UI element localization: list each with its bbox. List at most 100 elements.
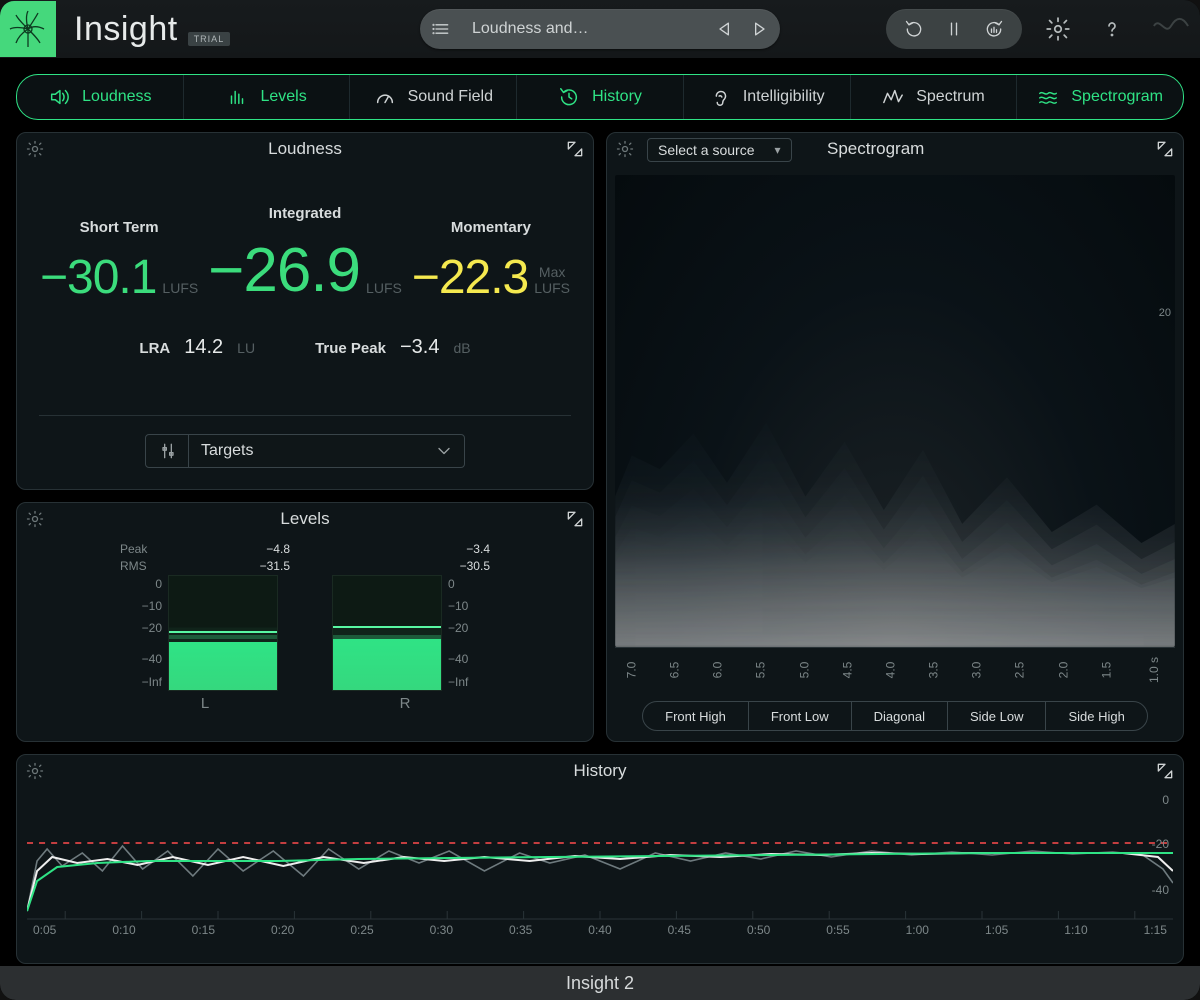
loudness-settings-button[interactable]	[25, 139, 45, 159]
panel-title: History	[574, 761, 627, 781]
chevron-down-icon: ▾	[775, 143, 781, 157]
panel-title: Loudness	[268, 139, 342, 159]
source-select[interactable]: Select a source ▾	[647, 138, 792, 162]
loudness-expand-button[interactable]	[565, 139, 585, 159]
loudness-readouts: Short Term −30.1 LUFS Integrated −26.9 L…	[17, 165, 593, 302]
help-button[interactable]	[1094, 11, 1130, 47]
channel-label: R	[400, 695, 411, 712]
view-button-diagonal[interactable]: Diagonal	[852, 702, 948, 730]
view-button-side-low[interactable]: Side Low	[948, 702, 1046, 730]
next-icon	[749, 19, 769, 39]
readout-value: −30.1	[40, 254, 156, 302]
bars-icon	[226, 86, 248, 108]
panel-title: Spectrogram	[827, 139, 924, 159]
freq-label: 20	[1159, 307, 1171, 319]
help-icon	[1100, 17, 1124, 41]
loop-button[interactable]	[896, 13, 932, 45]
tab-label: Loudness	[82, 88, 151, 106]
expand-icon	[565, 509, 585, 529]
gear-icon	[25, 509, 45, 529]
gear-icon	[615, 139, 635, 159]
pause-button[interactable]	[936, 13, 972, 45]
readout-true-peak: True Peak −3.4 dB	[315, 336, 471, 359]
gear-icon	[25, 139, 45, 159]
tab-label: Levels	[260, 88, 306, 106]
preset-prev-button[interactable]	[708, 13, 742, 45]
settings-button[interactable]	[1040, 11, 1076, 47]
loudness-panel: Loudness Short Term −30.1 LUFS Integrate…	[16, 132, 594, 490]
reset-stats-icon	[984, 19, 1004, 39]
targets-select[interactable]: Targets	[145, 434, 465, 468]
readout-integrated: Integrated −26.9 LUFS	[208, 205, 402, 302]
view-button-front-low[interactable]: Front Low	[749, 702, 852, 730]
preset-bar: Loudness and…	[420, 9, 780, 49]
faders-icon	[158, 435, 189, 467]
levels-body: Peak−4.8 RMS−31.5 0 −10 −20 −40 −Inf	[17, 535, 593, 741]
tab-intelligibility[interactable]: Intelligibility	[684, 75, 851, 119]
preset-name[interactable]: Loudness and…	[458, 20, 708, 38]
spectrogram-view-buttons: Front High Front Low Diagonal Side Low S…	[642, 701, 1148, 731]
app-title-text: Insight	[74, 10, 178, 49]
spectrogram-time-axis: 7.0 6.5 6.0 5.5 5.0 4.5 4.0 3.5 3.0 2.5 …	[615, 647, 1175, 691]
readout-unit: LUFS	[366, 281, 402, 296]
gear-icon	[1045, 16, 1071, 42]
panel-title: Levels	[280, 509, 329, 529]
menu-icon	[431, 19, 451, 39]
tab-label: Intelligibility	[743, 88, 825, 106]
spectrogram-panel: Select a source ▾ Spectrogram 20	[606, 132, 1184, 742]
levels-expand-button[interactable]	[565, 509, 585, 529]
spectrogram-expand-button[interactable]	[1155, 139, 1175, 159]
tab-levels[interactable]: Levels	[184, 75, 351, 119]
transport-pill	[886, 9, 1022, 49]
readout-momentary: Momentary −22.3 Max LUFS	[412, 219, 570, 302]
tab-history[interactable]: History	[517, 75, 684, 119]
footer-title: Insight 2	[566, 973, 634, 994]
expand-icon	[1155, 139, 1175, 159]
top-bar: Insight TRIAL Loudness and…	[0, 0, 1200, 58]
pause-icon	[944, 19, 964, 39]
izotope-logo-icon	[1152, 14, 1190, 44]
tab-soundfield[interactable]: Sound Field	[350, 75, 517, 119]
loudness-subreadouts: LRA 14.2 LU True Peak −3.4 dB	[17, 336, 593, 359]
tab-spectrogram[interactable]: Spectrogram	[1017, 75, 1183, 119]
view-button-front-high[interactable]: Front High	[643, 702, 749, 730]
expand-icon	[1155, 761, 1175, 781]
tab-label: Sound Field	[408, 88, 493, 106]
readout-short-term: Short Term −30.1 LUFS	[40, 219, 198, 302]
reset-stats-button[interactable]	[976, 13, 1012, 45]
tab-spectrum[interactable]: Spectrum	[851, 75, 1018, 119]
preset-menu-button[interactable]	[424, 13, 458, 45]
readout-value: −26.9	[208, 240, 360, 302]
levels-settings-button[interactable]	[25, 509, 45, 529]
waves-icon	[1037, 86, 1059, 108]
readout-value: −22.3	[412, 254, 528, 302]
gear-icon	[25, 761, 45, 781]
preset-next-button[interactable]	[742, 13, 776, 45]
history-icon	[558, 86, 580, 108]
readout-unit: Max LUFS	[534, 265, 570, 296]
app-logo	[0, 1, 56, 57]
history-time-axis: 0:05 0:10 0:15 0:20 0:25 0:30 0:35 0:40 …	[27, 921, 1173, 943]
prev-icon	[715, 19, 735, 39]
loop-icon	[904, 19, 924, 39]
spectrogram-display[interactable]: 20	[615, 175, 1175, 647]
history-settings-button[interactable]	[25, 761, 45, 781]
tab-label: Spectrum	[916, 88, 984, 106]
view-button-side-high[interactable]: Side High	[1046, 702, 1146, 730]
ear-icon	[709, 86, 731, 108]
speaker-icon	[48, 86, 70, 108]
spectrogram-settings-button[interactable]	[615, 139, 635, 159]
history-panel: History 0 -20 -40	[16, 754, 1184, 964]
history-expand-button[interactable]	[1155, 761, 1175, 781]
channel-label: L	[201, 695, 209, 712]
meter-bar-l	[168, 575, 278, 691]
history-graph[interactable]	[27, 791, 1173, 921]
logo-block: Insight TRIAL	[0, 0, 230, 58]
tab-loudness[interactable]: Loudness	[17, 75, 184, 119]
readout-label: Short Term	[40, 219, 198, 236]
targets-label: Targets	[201, 442, 253, 460]
expand-icon	[565, 139, 585, 159]
levels-panel: Levels Peak−4.8 RMS−31.5 0 −10	[16, 502, 594, 742]
meter-channel-r: .−3.4 .−30.5 0 −10 −20	[320, 541, 490, 733]
trial-badge: TRIAL	[188, 32, 231, 46]
